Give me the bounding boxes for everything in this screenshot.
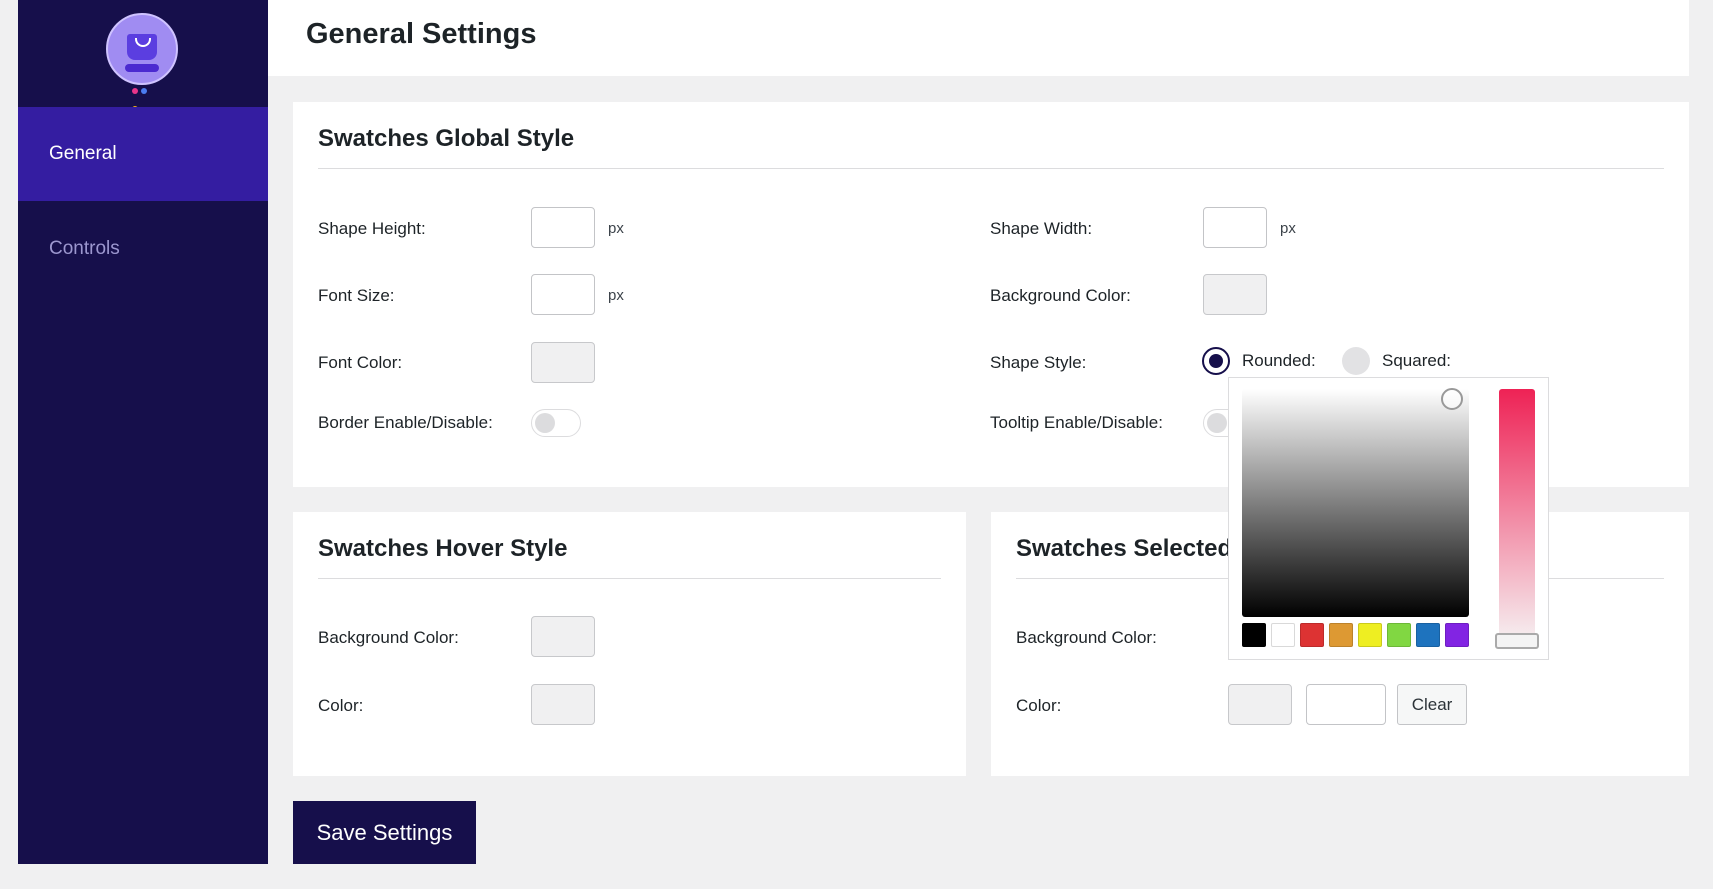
font-size-label: Font Size: [318,286,395,305]
hover-color-label: Color: [318,696,364,715]
sidebar: General Controls [18,0,268,864]
selected-color-label: Color: [1016,696,1062,715]
shape-height-label: Shape Height: [318,219,426,238]
selected-background-color-label: Background Color: [1016,628,1157,647]
background-color-label: Background Color: [990,286,1131,305]
border-toggle-label: Border Enable/Disable: [318,413,493,432]
sidebar-item-label: Controls [49,238,120,259]
page-title: General Settings [306,18,537,50]
palette-swatch[interactable] [1445,623,1469,647]
selected-color-hex-input[interactable] [1306,684,1386,725]
color-picker-popup [1228,377,1549,660]
divider [318,578,941,579]
tooltip-toggle-label: Tooltip Enable/Disable: [990,413,1163,432]
palette-swatch[interactable] [1329,623,1353,647]
sidebar-item-general[interactable]: General [18,107,268,201]
shape-width-label: Shape Width: [990,219,1093,238]
shape-width-input[interactable] [1203,207,1267,248]
page-header: General Settings [268,0,1689,76]
divider [318,168,1664,169]
unit-label: px [608,287,624,304]
color-picker-handle[interactable] [1441,388,1463,410]
palette-swatch[interactable] [1387,623,1411,647]
hue-slider-handle[interactable] [1495,633,1539,649]
shape-style-label: Shape Style: [990,353,1087,372]
save-settings-button[interactable]: Save Settings [293,801,476,864]
palette-swatch[interactable] [1416,623,1440,647]
section-title: Swatches Global Style [318,125,575,152]
hover-color-swatch[interactable] [531,684,595,725]
shape-height-input[interactable] [531,207,595,248]
hover-background-color-swatch[interactable] [531,616,595,657]
saturation-value-area[interactable] [1242,389,1469,617]
hue-slider[interactable] [1499,389,1535,649]
hover-style-card: Swatches Hover Style Background Color: C… [293,512,966,776]
squared-radio[interactable] [1342,347,1370,375]
font-color-label: Font Color: [318,353,403,372]
palette-swatch[interactable] [1300,623,1324,647]
border-toggle[interactable] [531,409,581,437]
clear-button[interactable]: Clear [1397,684,1467,725]
rounded-label: Rounded: [1242,351,1316,370]
palette-swatch[interactable] [1358,623,1382,647]
unit-label: px [1280,220,1296,237]
rounded-radio[interactable] [1202,347,1230,375]
palette-swatch[interactable] [1242,623,1266,647]
sidebar-item-label: General [49,143,117,164]
sidebar-item-controls[interactable]: Controls [18,202,268,296]
font-color-swatch[interactable] [531,342,595,383]
logo-shopping-bag-icon [106,13,178,112]
selected-color-swatch[interactable] [1228,684,1292,725]
background-color-swatch[interactable] [1203,274,1267,315]
font-size-input[interactable] [531,274,595,315]
squared-label: Squared: [1382,351,1451,370]
hover-background-color-label: Background Color: [318,628,459,647]
palette-swatch[interactable] [1271,623,1295,647]
unit-label: px [608,220,624,237]
section-title: Swatches Hover Style [318,535,568,562]
